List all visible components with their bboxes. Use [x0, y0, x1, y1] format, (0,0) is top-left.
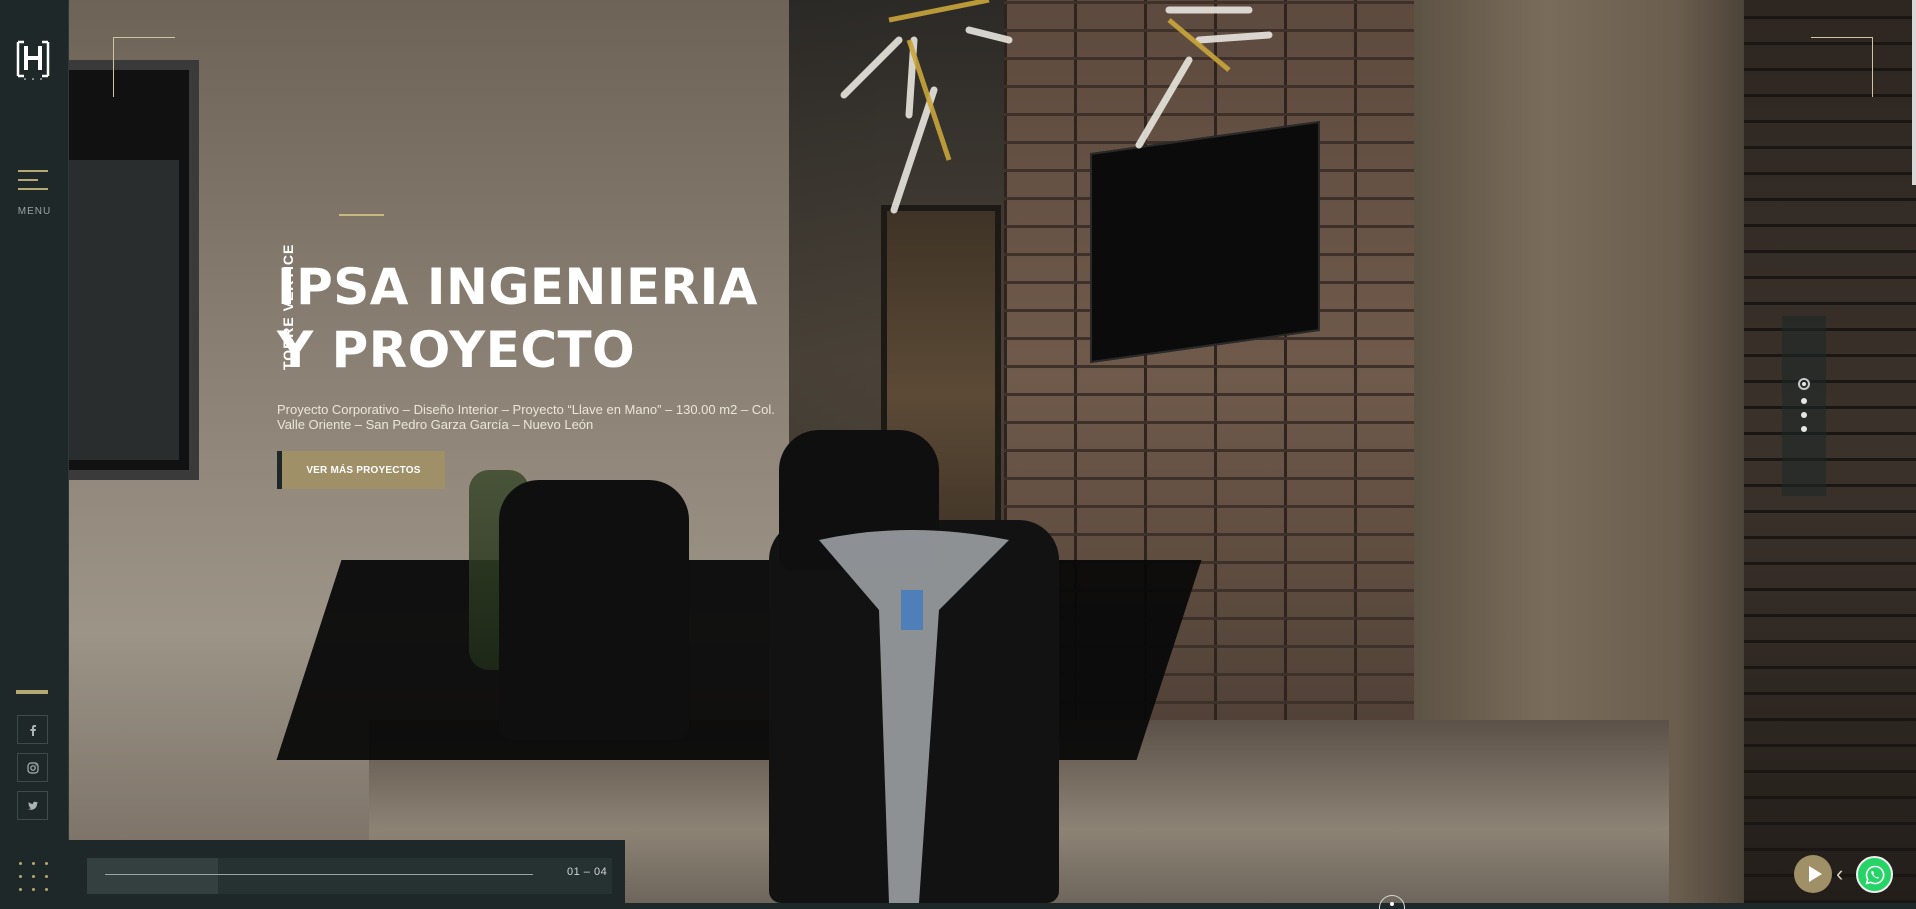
- whatsapp-icon: [1864, 865, 1884, 885]
- see-more-projects-button[interactable]: VER MÁS PROYECTOS: [277, 451, 445, 489]
- slide-dot-2[interactable]: [1801, 398, 1807, 404]
- menu-label: MENU: [17, 206, 52, 217]
- menu-icon: [18, 170, 48, 172]
- hero-table: [276, 560, 1202, 760]
- play-icon: [1808, 866, 1822, 882]
- play-button[interactable]: [1794, 855, 1832, 893]
- sidebar: MENU: [0, 0, 69, 909]
- slide-progress-fill: [87, 858, 219, 894]
- twitter-link[interactable]: [17, 791, 48, 820]
- brand-logo[interactable]: [16, 40, 50, 80]
- facebook-link[interactable]: [17, 715, 48, 744]
- frame-corner-top-left: [113, 37, 175, 97]
- slide-dot-1[interactable]: [1798, 378, 1810, 390]
- sidebar-accent-bar: [16, 690, 48, 694]
- chevron-left-icon[interactable]: ‹: [1836, 862, 1852, 886]
- hero-lamp: [840, 0, 1273, 214]
- frame-corner-top-right: [1811, 37, 1873, 97]
- grid-menu-icon[interactable]: [19, 862, 49, 892]
- twitter-icon: [27, 801, 38, 810]
- slide-dots: [1782, 316, 1826, 496]
- instagram-icon: [26, 761, 39, 774]
- hero-chair-frame: [819, 530, 1009, 903]
- instagram-link[interactable]: [17, 753, 48, 782]
- page-bottom-edge: [625, 903, 1916, 909]
- whatsapp-button[interactable]: [1856, 856, 1893, 893]
- hero-title-line2: Y PROYECTO: [277, 321, 636, 379]
- hero-accent-line: [339, 214, 384, 216]
- slide-counter: 01 – 04: [567, 866, 608, 878]
- hero-description: Proyecto Corporativo – Diseño Interior –…: [277, 402, 775, 432]
- page-scrollbar[interactable]: [1912, 0, 1916, 185]
- hero-title-line1: IPSA INGENIERIA: [277, 258, 758, 316]
- hero-chair: [499, 480, 689, 740]
- slide-dot-4[interactable]: [1801, 426, 1807, 432]
- facebook-icon: [29, 724, 36, 736]
- hero-window: [69, 60, 199, 480]
- hero-title: IPSA INGENIERIA Y PROYECTO: [277, 256, 977, 382]
- slide-dot-3[interactable]: [1801, 412, 1807, 418]
- menu-button[interactable]: [18, 170, 48, 197]
- hero-dark-brick-wall: [1744, 0, 1916, 903]
- slide-progress-track[interactable]: [105, 874, 533, 875]
